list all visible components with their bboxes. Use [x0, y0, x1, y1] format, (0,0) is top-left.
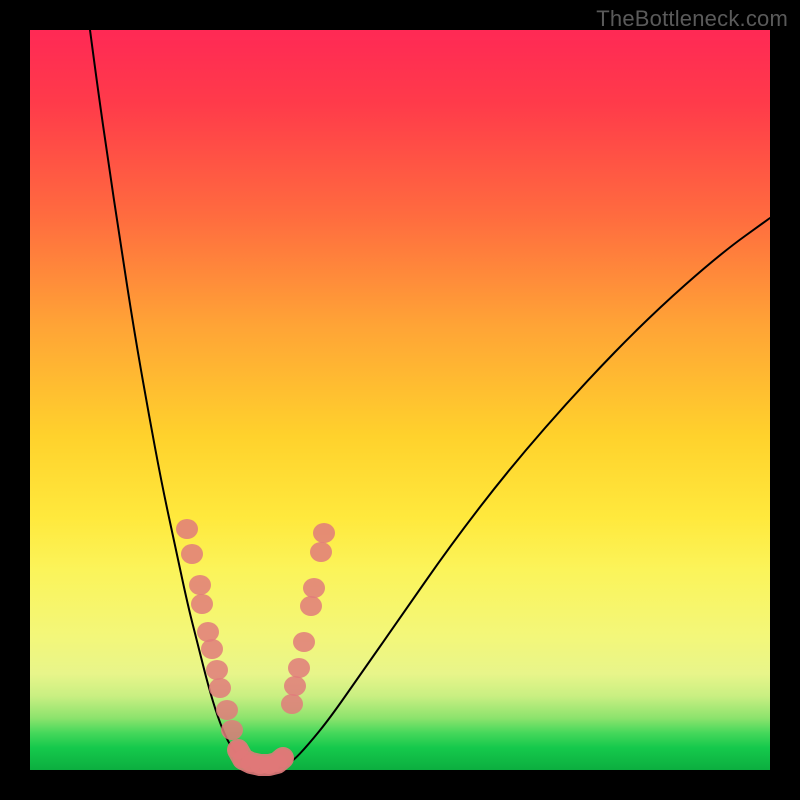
marker-right-6	[284, 676, 306, 696]
watermark-text: TheBottleneck.com	[596, 6, 788, 32]
marker-left-9	[221, 720, 243, 740]
marker-left-1	[181, 544, 203, 564]
marker-right-3	[300, 596, 322, 616]
marker-left-4	[197, 622, 219, 642]
marker-left-0	[176, 519, 198, 539]
marker-right-0	[313, 523, 335, 543]
marker-group	[176, 519, 335, 774]
chart-svg	[30, 30, 770, 770]
marker-right-2	[303, 578, 325, 598]
marker-right-5	[288, 658, 310, 678]
chart-frame: TheBottleneck.com	[0, 0, 800, 800]
marker-right-1	[310, 542, 332, 562]
marker-left-7	[209, 678, 231, 698]
marker-left-6	[206, 660, 228, 680]
marker-left-5	[201, 639, 223, 659]
marker-right-7	[281, 694, 303, 714]
marker-trough-dot-6	[273, 749, 293, 767]
plot-area	[30, 30, 770, 770]
right-curve	[280, 218, 770, 768]
marker-right-4	[293, 632, 315, 652]
left-curve	[90, 30, 258, 768]
marker-left-3	[191, 594, 213, 614]
marker-left-2	[189, 575, 211, 595]
marker-left-8	[216, 700, 238, 720]
